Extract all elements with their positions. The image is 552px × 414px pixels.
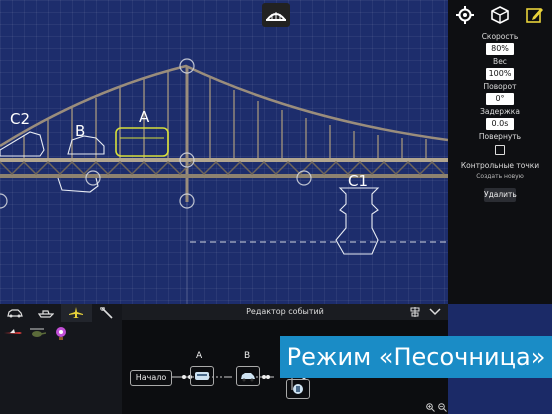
label-c2: C2 — [10, 110, 30, 128]
vehicle-b-outline — [67, 135, 105, 155]
car-icon — [7, 309, 24, 318]
tab-tools[interactable] — [92, 304, 123, 322]
settings-gear-button[interactable] — [453, 4, 477, 26]
checkpoints-label: Контрольные точки — [460, 161, 540, 170]
main-cable — [0, 64, 448, 148]
label-a: A — [139, 108, 150, 126]
flip-checkbox[interactable] — [495, 145, 505, 155]
sandbox-mode-banner: Режим «Песочница» — [280, 336, 552, 378]
edit-button[interactable] — [523, 4, 547, 26]
bus-node-icon — [195, 372, 209, 380]
build-canvas[interactable]: C2 B A C1 — [0, 0, 448, 304]
balloon-vehicle-icon — [56, 327, 66, 340]
speed-value[interactable]: 80% — [486, 43, 514, 55]
gear-icon — [456, 6, 475, 24]
start-node[interactable]: Начало — [130, 370, 172, 386]
helicopter-vehicle-icon — [30, 328, 46, 337]
weight-label: Вес — [493, 57, 507, 66]
tab-cars[interactable] — [0, 304, 31, 322]
node-a-label: A — [196, 351, 203, 361]
anchor-edge — [0, 193, 8, 209]
bridge-arch-button[interactable] — [262, 3, 290, 27]
vehicle-c1-ship-outline — [335, 187, 380, 255]
node-b[interactable] — [236, 366, 260, 386]
zoom-out-button[interactable] — [438, 403, 447, 412]
tab-boats[interactable] — [31, 304, 62, 322]
rotation-label: Поворот — [483, 82, 517, 91]
vehicle-jet[interactable] — [4, 326, 22, 340]
cube-objects-icon — [491, 6, 509, 24]
node-a[interactable] — [190, 366, 214, 386]
objects-button[interactable] — [488, 4, 512, 26]
truss-deck — [0, 158, 448, 178]
zoom-in-icon — [426, 403, 435, 412]
zoom-out-icon — [438, 403, 447, 412]
plane-icon — [69, 307, 84, 318]
weight-value[interactable]: 100% — [486, 68, 514, 80]
create-checkpoint-link[interactable]: Создать новую — [448, 173, 552, 180]
wrench-icon — [99, 307, 113, 319]
tab-planes[interactable] — [61, 304, 92, 322]
rotation-value[interactable]: 0° — [486, 93, 514, 105]
label-b: B — [75, 122, 85, 140]
label-c1: C1 — [348, 172, 368, 190]
properties-panel: Скорость 80% Вес 100% Поворот 0° Задержк… — [448, 0, 552, 304]
speed-label: Скорость — [481, 32, 519, 41]
vehicle-helicopter[interactable] — [28, 326, 46, 340]
ship-node-icon — [293, 384, 303, 394]
node-b-label: B — [244, 351, 251, 361]
vehicle-balloon[interactable] — [52, 326, 70, 340]
bridge-arch-icon — [266, 12, 286, 21]
flip-label: Повернуть — [478, 132, 522, 141]
node-c[interactable] — [286, 379, 310, 399]
car-node-icon — [241, 373, 255, 382]
delay-value[interactable]: 0.0s — [486, 118, 514, 130]
boat-icon — [37, 310, 54, 318]
vehicle-a-bus — [115, 127, 169, 157]
bridge-scene: C2 B A C1 — [0, 58, 448, 304]
delay-label: Задержка — [480, 107, 520, 116]
delete-button[interactable]: Удалить — [484, 188, 517, 202]
zoom-in-button[interactable] — [426, 403, 435, 412]
vehicle-palette — [0, 304, 122, 414]
pencil-edit-icon — [525, 8, 543, 23]
jet-vehicle-icon — [4, 329, 22, 334]
vehicle-c2-outline — [0, 131, 45, 157]
